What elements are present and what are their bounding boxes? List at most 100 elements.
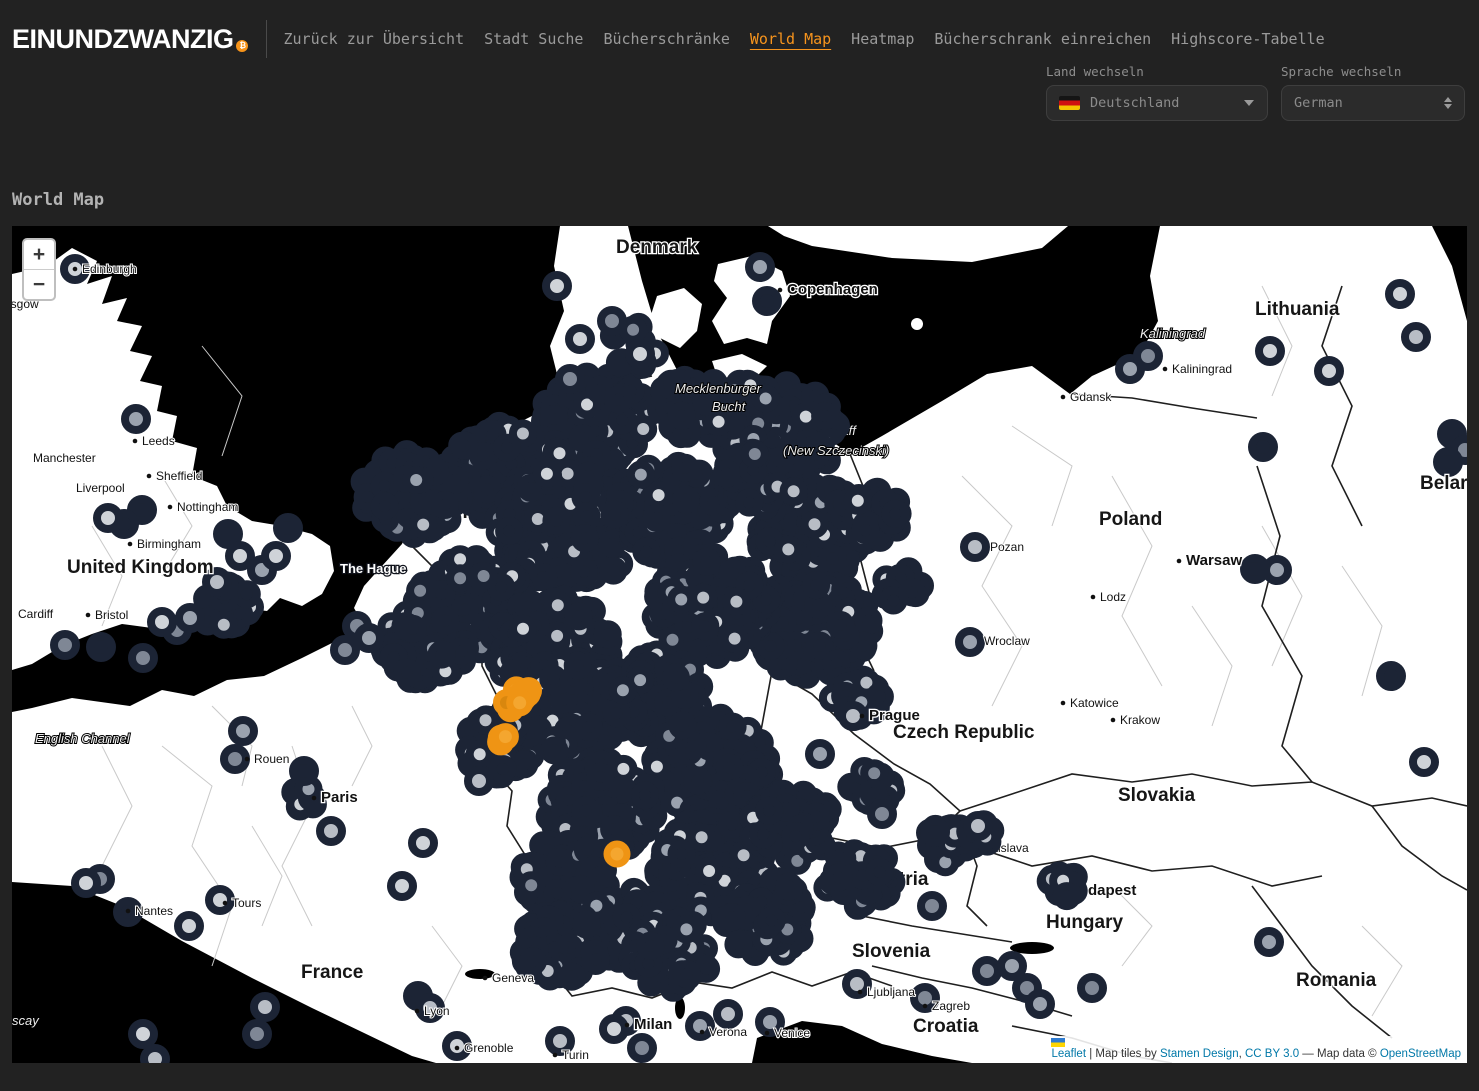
map-marker[interactable] [671, 590, 691, 610]
map-marker[interactable] [603, 561, 623, 581]
map-marker[interactable] [666, 667, 686, 687]
map-marker[interactable] [672, 406, 692, 426]
map-marker[interactable] [967, 815, 989, 837]
map-marker[interactable] [562, 967, 582, 987]
map-marker[interactable] [697, 552, 717, 572]
map-marker[interactable] [1057, 886, 1077, 906]
map-marker[interactable] [749, 256, 771, 278]
map-marker[interactable] [631, 465, 651, 485]
map-marker[interactable] [739, 493, 759, 513]
map-marker[interactable] [959, 631, 981, 653]
map-marker[interactable] [677, 964, 697, 984]
nav-item-b-cherschr-nke[interactable]: Bücherschränke [603, 30, 729, 48]
map-marker[interactable] [726, 592, 746, 612]
map-marker[interactable] [1029, 993, 1051, 1015]
map-marker[interactable] [613, 680, 633, 700]
map-marker[interactable] [470, 744, 490, 764]
map-marker[interactable] [178, 915, 200, 937]
map-marker[interactable] [1318, 360, 1340, 382]
map-marker[interactable] [805, 514, 825, 534]
map-marker[interactable] [1259, 340, 1281, 362]
osm-link[interactable]: OpenStreetMap [1380, 1048, 1461, 1060]
map-marker[interactable] [90, 636, 112, 658]
map-marker[interactable] [828, 846, 848, 866]
map-marker[interactable] [722, 815, 742, 835]
map-marker[interactable] [432, 645, 452, 665]
map-marker-orange[interactable] [510, 693, 530, 713]
map-marker[interactable] [762, 911, 782, 931]
map-marker[interactable] [831, 615, 851, 635]
map-marker[interactable] [608, 390, 628, 410]
map-marker[interactable] [559, 368, 581, 390]
map-marker[interactable] [778, 539, 798, 559]
map-marker[interactable] [224, 748, 246, 770]
map-marker[interactable] [636, 542, 656, 562]
map-marker[interactable] [1258, 931, 1280, 953]
app-logo[interactable]: EINUNDZWANZIG ₿ [12, 24, 248, 55]
map-marker[interactable] [717, 1003, 739, 1025]
map-marker[interactable] [403, 619, 423, 639]
map-marker[interactable] [745, 444, 765, 464]
map-marker[interactable] [784, 481, 804, 501]
map-marker[interactable] [846, 973, 868, 995]
map-marker[interactable] [125, 408, 147, 430]
map-marker[interactable] [1252, 436, 1274, 458]
map-marker[interactable] [1001, 955, 1023, 977]
map-marker[interactable] [237, 584, 257, 604]
map-marker[interactable] [537, 464, 557, 484]
language-select[interactable]: German [1281, 85, 1465, 121]
map-marker[interactable] [806, 575, 826, 595]
map-marker[interactable] [293, 760, 315, 782]
map-marker[interactable] [756, 290, 778, 312]
map-marker[interactable] [521, 875, 541, 895]
map-marker[interactable] [779, 877, 799, 897]
map-marker[interactable] [689, 1015, 711, 1037]
map-marker-orange[interactable] [495, 727, 515, 747]
map-marker[interactable] [676, 919, 696, 939]
map-marker[interactable] [688, 771, 708, 791]
map-marker[interactable] [601, 310, 623, 332]
map-marker[interactable] [1380, 665, 1402, 687]
map-canvas[interactable]: LondonBerlinBudapestLeipzigNurembergBrat… [12, 226, 1467, 1063]
zoom-in-button[interactable]: + [24, 240, 54, 270]
map-marker[interactable] [848, 491, 868, 511]
map-marker[interactable] [695, 616, 715, 636]
map-marker[interactable] [976, 960, 998, 982]
map-marker[interactable] [725, 629, 745, 649]
map-marker[interactable] [602, 534, 622, 554]
map-marker[interactable] [647, 508, 667, 528]
map-marker[interactable] [576, 800, 596, 820]
map-marker[interactable] [412, 832, 434, 854]
map-marker[interactable] [672, 844, 692, 864]
map-marker[interactable] [1081, 977, 1103, 999]
map-marker[interactable] [859, 611, 879, 631]
map-marker[interactable] [612, 410, 632, 430]
map-marker[interactable] [871, 803, 893, 825]
map-marker[interactable] [544, 409, 564, 429]
nav-item-heatmap[interactable]: Heatmap [851, 30, 914, 48]
map-marker[interactable] [586, 949, 606, 969]
map-marker[interactable] [476, 710, 496, 730]
map-marker[interactable] [474, 566, 494, 586]
zoom-out-button[interactable]: − [24, 270, 54, 299]
map-marker[interactable] [232, 720, 254, 742]
map-marker[interactable] [675, 458, 695, 478]
map-marker[interactable] [493, 759, 513, 779]
map-marker[interactable] [1437, 451, 1459, 473]
map-marker-orange[interactable] [607, 844, 627, 864]
map-marker[interactable] [574, 562, 594, 582]
map-marker[interactable] [548, 595, 568, 615]
map-marker[interactable] [550, 852, 570, 872]
map-marker[interactable] [607, 703, 627, 723]
map-marker[interactable] [921, 895, 943, 917]
map-marker[interactable] [477, 479, 497, 499]
map-marker[interactable] [1389, 283, 1411, 305]
map-marker[interactable] [229, 545, 251, 567]
map-marker[interactable] [544, 740, 564, 760]
map-marker[interactable] [75, 872, 97, 894]
map-marker[interactable] [676, 490, 696, 510]
map-marker[interactable] [885, 504, 905, 524]
map-marker[interactable] [435, 611, 455, 631]
map-marker[interactable] [132, 647, 154, 669]
map-marker[interactable] [454, 436, 474, 456]
